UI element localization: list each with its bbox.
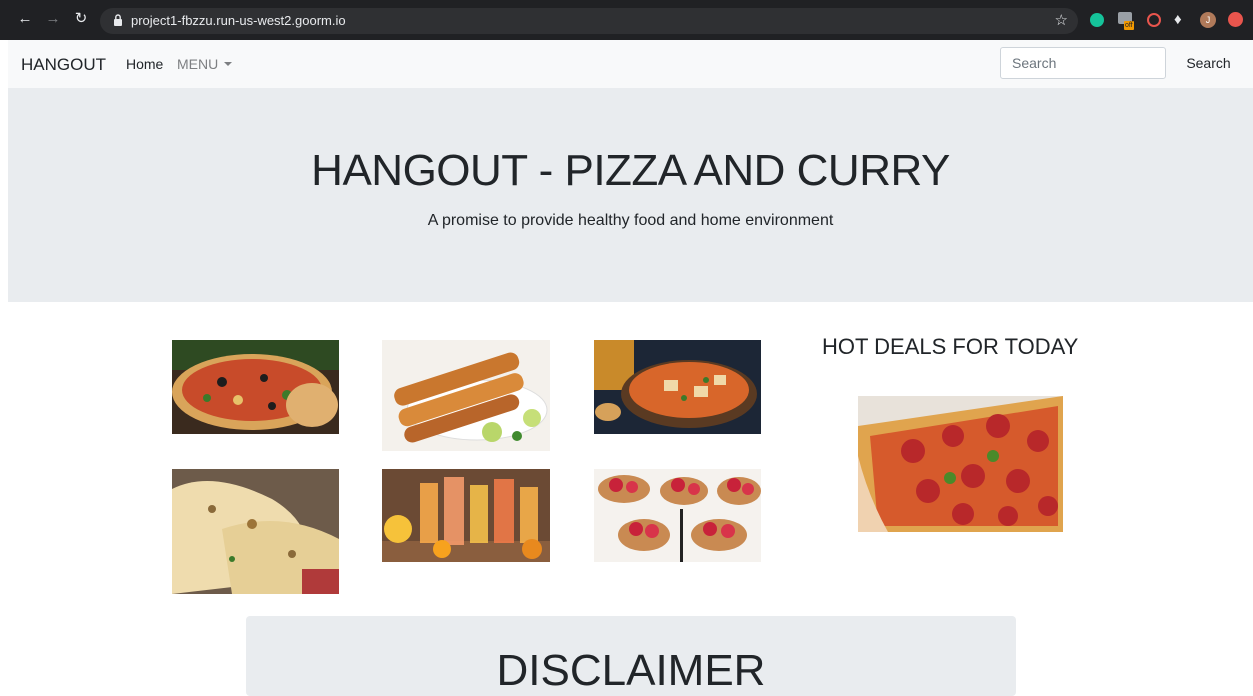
naan-bread-image [172,469,339,594]
url-text: project1-fbzzu.run-us-west2.goorm.io [131,13,346,28]
paneer-curry-image [594,340,761,434]
nav-dropdown-menu[interactable]: MENU [177,56,233,72]
chicken-skewers-image [382,340,550,451]
extension-badge: off [1124,21,1134,30]
update-icon[interactable] [1228,12,1243,27]
search-button[interactable]: Search [1176,47,1241,79]
hero-jumbotron: HANGOUT - PIZZA AND CURRY A promise to p… [8,88,1253,302]
extensions-puzzle-icon[interactable]: ♦ [1174,11,1182,28]
profile-avatar[interactable]: J [1200,12,1216,28]
pizza-image [172,340,339,434]
hero-subtitle: A promise to provide healthy food and ho… [427,212,834,229]
nav-link-home[interactable]: Home [126,56,163,72]
caret-down-icon [224,62,233,66]
pepperoni-pizza-deal-image [858,396,1063,532]
reload-icon[interactable]: ↻ [70,8,92,30]
hero-title: HANGOUT - PIZZA AND CURRY [311,146,950,195]
address-bar[interactable]: project1-fbzzu.run-us-west2.goorm.io ☆ [100,8,1078,34]
browser-toolbar: ← → ↻ project1-fbzzu.run-us-west2.goorm.… [0,0,1253,40]
bookmark-star-icon[interactable]: ☆ [1055,11,1068,29]
forward-icon[interactable]: → [42,8,64,30]
disclaimer-section: DISCLAIMER [246,616,1016,696]
raspberry-tarts-image [594,469,761,562]
navbar-brand[interactable]: HANGOUT [21,55,106,75]
hot-deals-title: HOT DEALS FOR TODAY [822,334,1079,359]
search-input[interactable] [1000,47,1166,79]
back-icon[interactable]: ← [14,8,36,30]
juices-image [382,469,550,562]
grammarly-icon[interactable] [1090,13,1104,27]
lock-icon [114,14,122,26]
disclaimer-title: DISCLAIMER [496,646,766,695]
nav-menu-label: MENU [177,56,219,72]
extension-off-icon[interactable]: off [1118,12,1136,30]
site-navbar: HANGOUT Home MENU Search [8,40,1253,88]
target-extension-icon[interactable] [1147,13,1161,27]
